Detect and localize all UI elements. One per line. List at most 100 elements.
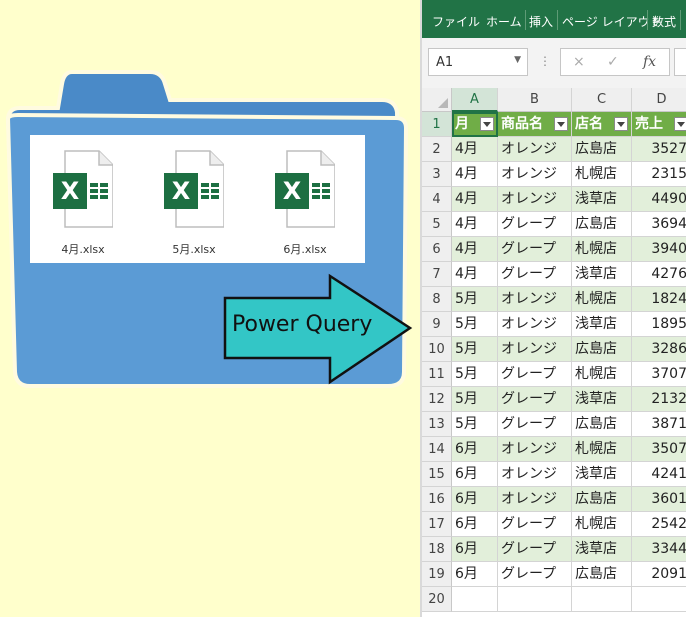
cell[interactable]: 浅草店: [572, 462, 632, 487]
cell[interactable]: 浅草店: [572, 312, 632, 337]
header-cell[interactable]: 月: [452, 112, 498, 137]
row-header[interactable]: 1: [422, 112, 452, 137]
cell[interactable]: 5月: [452, 412, 498, 437]
chevron-down-icon[interactable]: ▼: [514, 55, 521, 65]
cell[interactable]: 札幌店: [572, 287, 632, 312]
select-all-button[interactable]: [422, 88, 452, 112]
row-header[interactable]: 12: [422, 387, 452, 412]
row-header[interactable]: 17: [422, 512, 452, 537]
excel-file-may[interactable]: X 5月.xlsx: [154, 147, 234, 257]
cell[interactable]: 広島店: [572, 562, 632, 587]
cell[interactable]: 広島店: [572, 487, 632, 512]
row-header[interactable]: 14: [422, 437, 452, 462]
cell[interactable]: 4月: [452, 237, 498, 262]
empty-cell[interactable]: [572, 587, 632, 612]
cell[interactable]: 3507: [632, 437, 686, 462]
filter-dropdown-icon[interactable]: [554, 117, 568, 131]
tab-file[interactable]: ファイル: [432, 13, 480, 30]
cell[interactable]: 4276: [632, 262, 686, 287]
cell[interactable]: 2542: [632, 512, 686, 537]
excel-file-june[interactable]: X 6月.xlsx: [265, 147, 345, 257]
cell[interactable]: 5月: [452, 312, 498, 337]
cell[interactable]: 4月: [452, 187, 498, 212]
fx-icon[interactable]: fx: [643, 54, 656, 70]
enter-icon[interactable]: ✓: [607, 54, 619, 70]
cell[interactable]: グレープ: [498, 212, 572, 237]
cell[interactable]: グレープ: [498, 537, 572, 562]
row-header[interactable]: 7: [422, 262, 452, 287]
header-cell[interactable]: 店名: [572, 112, 632, 137]
formula-input[interactable]: [674, 48, 686, 76]
cell[interactable]: 6月: [452, 562, 498, 587]
cell[interactable]: 3871: [632, 412, 686, 437]
cell[interactable]: 浅草店: [572, 387, 632, 412]
cell[interactable]: 3707: [632, 362, 686, 387]
cell[interactable]: 6月: [452, 512, 498, 537]
column-header-a[interactable]: A: [452, 88, 498, 112]
cell[interactable]: 札幌店: [572, 437, 632, 462]
row-header[interactable]: 3: [422, 162, 452, 187]
header-cell[interactable]: 売上: [632, 112, 686, 137]
cell[interactable]: 2132: [632, 387, 686, 412]
cell[interactable]: 3601: [632, 487, 686, 512]
cell[interactable]: 3694: [632, 212, 686, 237]
cell[interactable]: 浅草店: [572, 262, 632, 287]
cell[interactable]: 1824: [632, 287, 686, 312]
cell[interactable]: 4490: [632, 187, 686, 212]
empty-cell[interactable]: [452, 587, 498, 612]
cell[interactable]: 4241: [632, 462, 686, 487]
cell[interactable]: 3940: [632, 237, 686, 262]
cell[interactable]: オレンジ: [498, 137, 572, 162]
cancel-icon[interactable]: ×: [573, 54, 585, 70]
cell[interactable]: オレンジ: [498, 162, 572, 187]
cell[interactable]: 5月: [452, 362, 498, 387]
cell[interactable]: 広島店: [572, 212, 632, 237]
header-cell[interactable]: 商品名: [498, 112, 572, 137]
cell[interactable]: 浅草店: [572, 187, 632, 212]
cell[interactable]: オレンジ: [498, 487, 572, 512]
cell[interactable]: 5月: [452, 287, 498, 312]
column-header-b[interactable]: B: [498, 88, 572, 112]
cell[interactable]: 4月: [452, 212, 498, 237]
column-header-c[interactable]: C: [572, 88, 632, 112]
cell[interactable]: オレンジ: [498, 187, 572, 212]
cell[interactable]: 6月: [452, 462, 498, 487]
row-header[interactable]: 11: [422, 362, 452, 387]
cell[interactable]: 広島店: [572, 137, 632, 162]
cell[interactable]: オレンジ: [498, 337, 572, 362]
row-header[interactable]: 8: [422, 287, 452, 312]
cell[interactable]: 1895: [632, 312, 686, 337]
cell[interactable]: 6月: [452, 487, 498, 512]
cell[interactable]: 3286: [632, 337, 686, 362]
cell[interactable]: グレープ: [498, 362, 572, 387]
cell[interactable]: 札幌店: [572, 512, 632, 537]
name-box[interactable]: A1 ▼: [428, 48, 528, 76]
cell[interactable]: 札幌店: [572, 237, 632, 262]
row-header[interactable]: 18: [422, 537, 452, 562]
cell[interactable]: 5月: [452, 387, 498, 412]
cell[interactable]: グレープ: [498, 387, 572, 412]
empty-cell[interactable]: [632, 587, 686, 612]
row-header[interactable]: 6: [422, 237, 452, 262]
cell[interactable]: 4月: [452, 162, 498, 187]
cell[interactable]: 2091: [632, 562, 686, 587]
cell[interactable]: 2315: [632, 162, 686, 187]
cell[interactable]: オレンジ: [498, 437, 572, 462]
row-header[interactable]: 19: [422, 562, 452, 587]
cell[interactable]: 6月: [452, 537, 498, 562]
tab-home[interactable]: ホーム: [486, 13, 522, 30]
row-header[interactable]: 16: [422, 487, 452, 512]
filter-dropdown-icon[interactable]: [674, 117, 686, 131]
row-header[interactable]: 10: [422, 337, 452, 362]
row-header[interactable]: 15: [422, 462, 452, 487]
cell[interactable]: グレープ: [498, 562, 572, 587]
more-icon[interactable]: ⋮: [539, 54, 551, 68]
cell[interactable]: グレープ: [498, 237, 572, 262]
cell[interactable]: 浅草店: [572, 537, 632, 562]
cell[interactable]: 5月: [452, 337, 498, 362]
column-header-d[interactable]: D: [632, 88, 686, 112]
cell[interactable]: オレンジ: [498, 312, 572, 337]
cell[interactable]: グレープ: [498, 512, 572, 537]
cell[interactable]: オレンジ: [498, 462, 572, 487]
cell[interactable]: 札幌店: [572, 162, 632, 187]
